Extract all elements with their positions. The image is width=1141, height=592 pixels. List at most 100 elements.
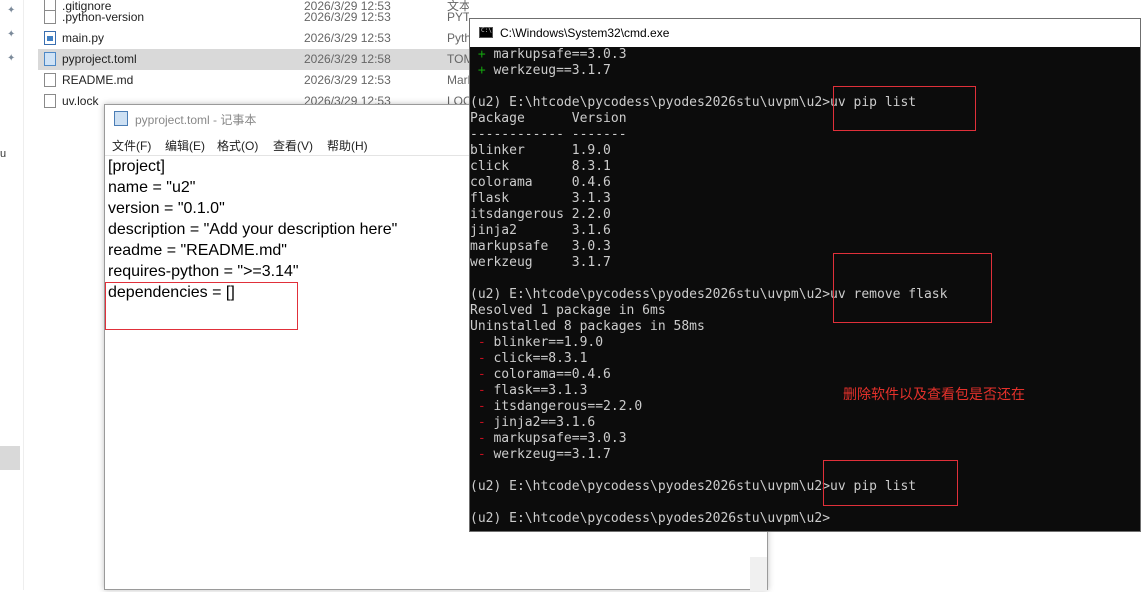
highlight-box-pip-list-after — [823, 460, 958, 506]
terminal-line: - markupsafe==3.0.3 — [470, 431, 627, 447]
nav-item-partial[interactable]: u — [0, 148, 6, 160]
terminal-line: Package Version — [470, 111, 627, 127]
file-icon — [44, 73, 56, 87]
toml-line: [project] — [108, 158, 165, 175]
menu-format[interactable]: 格式(O) — [217, 137, 258, 154]
file-name: main.py — [62, 31, 105, 45]
file-date: 2026/3/29 12:53 — [304, 73, 391, 87]
toml-line: requires-python = ">=3.14" — [108, 263, 299, 280]
file-name: README.md — [62, 73, 134, 87]
menu-edit[interactable]: 编辑(E) — [165, 137, 205, 154]
terminal-line: - werkzeug==3.1.7 — [470, 447, 611, 463]
file-icon — [44, 10, 56, 24]
terminal-line-text: flask==3.1.3 — [485, 383, 588, 398]
terminal-line: - click==8.3.1 — [470, 351, 588, 367]
highlight-box-pip-list — [833, 86, 976, 131]
terminal-line-text: Uninstalled 8 packages in 58ms — [470, 319, 705, 334]
menu-help[interactable]: 帮助(H) — [327, 137, 368, 154]
file-type: Markdown — [447, 73, 469, 87]
toml-line: name = "u2" — [108, 179, 196, 196]
removed-marker: - — [477, 447, 486, 462]
file-date: 2026/3/29 12:58 — [304, 52, 391, 66]
terminal-line: Resolved 1 package in 6ms — [470, 303, 666, 319]
file-name: .python-version — [62, 10, 145, 24]
removed-marker: - — [477, 351, 486, 366]
terminal-output[interactable]: + markupsafe==3.0.3 + werkzeug==3.1.7 (u2… — [470, 47, 1140, 531]
python-file-icon — [44, 31, 56, 45]
terminal-line-text: markupsafe==3.0.3 — [485, 47, 627, 62]
file-name: pyproject.toml — [62, 52, 137, 66]
terminal-line: - flask==3.1.3 — [470, 383, 588, 399]
toml-line: readme = "README.md" — [108, 242, 287, 259]
removed-marker: - — [477, 383, 486, 398]
scrollbar-corner — [750, 557, 767, 591]
toml-line: description = "Add your description here… — [108, 221, 398, 238]
highlight-box-remove-flask — [833, 253, 992, 323]
terminal-line: + markupsafe==3.0.3 — [470, 47, 627, 63]
terminal-line-text: markupsafe==3.0.3 — [485, 431, 627, 446]
terminal-line: click 8.3.1 — [470, 159, 611, 175]
terminal-line: - blinker==1.9.0 — [470, 335, 603, 351]
pin-icon[interactable]: ✦ — [7, 6, 17, 16]
terminal-line: ------------ ------- — [470, 127, 627, 143]
terminal-line-text: itsdangerous==2.2.0 — [485, 399, 643, 414]
menu-view[interactable]: 查看(V) — [273, 137, 313, 154]
terminal-line: werkzeug 3.1.7 — [470, 255, 611, 271]
menu-file[interactable]: 文件(F) — [112, 137, 151, 154]
navigation-pane: ✦ ✦ ✦ u — [0, 0, 24, 590]
nav-item-selected[interactable] — [0, 446, 20, 470]
terminal-line-text: Resolved 1 package in 6ms — [470, 303, 666, 318]
removed-marker: - — [477, 335, 486, 350]
pin-icon[interactable]: ✦ — [7, 54, 17, 64]
notepad-title: pyproject.toml - 记事本 — [135, 113, 257, 127]
removed-marker: - — [477, 431, 486, 446]
file-type: TOML — [447, 52, 469, 66]
terminal-line: markupsafe 3.0.3 — [470, 239, 611, 255]
terminal-line-text: markupsafe 3.0.3 — [470, 239, 611, 254]
terminal-line: - colorama==0.4.6 — [470, 367, 611, 383]
file-type: PYTHON-VERSI... — [447, 10, 469, 24]
terminal-line-text: blinker==1.9.0 — [485, 335, 604, 350]
file-date: 2026/3/29 12:53 — [304, 10, 391, 24]
file-icon — [44, 94, 56, 108]
removed-marker: - — [477, 399, 486, 414]
terminal-line-text: click 8.3.1 — [470, 159, 611, 174]
terminal-line: colorama 0.4.6 — [470, 175, 611, 191]
terminal-line-text: colorama 0.4.6 — [470, 175, 611, 190]
terminal-line-text: itsdangerous 2.2.0 — [470, 207, 611, 222]
cmd-title: C:\Windows\System32\cmd.exe — [500, 26, 670, 40]
terminal-line-text: werkzeug==3.1.7 — [485, 447, 611, 462]
terminal-line-text: werkzeug 3.1.7 — [470, 255, 611, 270]
terminal-line-text: blinker 1.9.0 — [470, 143, 611, 158]
terminal-line-text: jinja2 3.1.6 — [470, 223, 611, 238]
terminal-line-text: werkzeug==3.1.7 — [485, 63, 611, 78]
added-marker: + — [477, 47, 486, 62]
terminal-line-text: jinja2==3.1.6 — [485, 415, 596, 430]
terminal-line: blinker 1.9.0 — [470, 143, 611, 159]
removed-marker: - — [477, 367, 486, 382]
terminal-line-text: flask 3.1.3 — [470, 191, 611, 206]
terminal-line-text: Package Version — [470, 111, 627, 126]
removed-marker: - — [477, 415, 486, 430]
terminal-line: (u2) E:\htcode\pycodess\pyodes2026stu\uv… — [470, 511, 830, 527]
terminal-line-text: click==8.3.1 — [485, 351, 588, 366]
added-marker: + — [477, 63, 486, 78]
file-date: 2026/3/29 12:53 — [304, 31, 391, 45]
file-name: uv.lock — [62, 94, 99, 108]
toml-file-icon — [44, 52, 56, 66]
pin-icon[interactable]: ✦ — [7, 30, 17, 40]
toml-line: version = "0.1.0" — [108, 200, 225, 217]
console-icon — [479, 27, 493, 38]
file-type: Python — [447, 31, 469, 45]
terminal-line: - itsdangerous==2.2.0 — [470, 399, 642, 415]
cmd-window: C:\Windows\System32\cmd.exe + markupsafe… — [469, 18, 1141, 532]
notepad-icon — [114, 111, 128, 126]
terminal-line-text: colorama==0.4.6 — [485, 367, 611, 382]
terminal-line: - jinja2==3.1.6 — [470, 415, 595, 431]
cmd-titlebar[interactable]: C:\Windows\System32\cmd.exe — [470, 19, 1140, 47]
annotation-text: 删除软件以及查看包是否还在 — [843, 386, 1025, 402]
terminal-line: Uninstalled 8 packages in 58ms — [470, 319, 705, 335]
terminal-line-text: ------------ ------- — [470, 127, 627, 142]
highlight-box-dependencies — [105, 282, 298, 330]
terminal-line: + werkzeug==3.1.7 — [470, 63, 611, 79]
